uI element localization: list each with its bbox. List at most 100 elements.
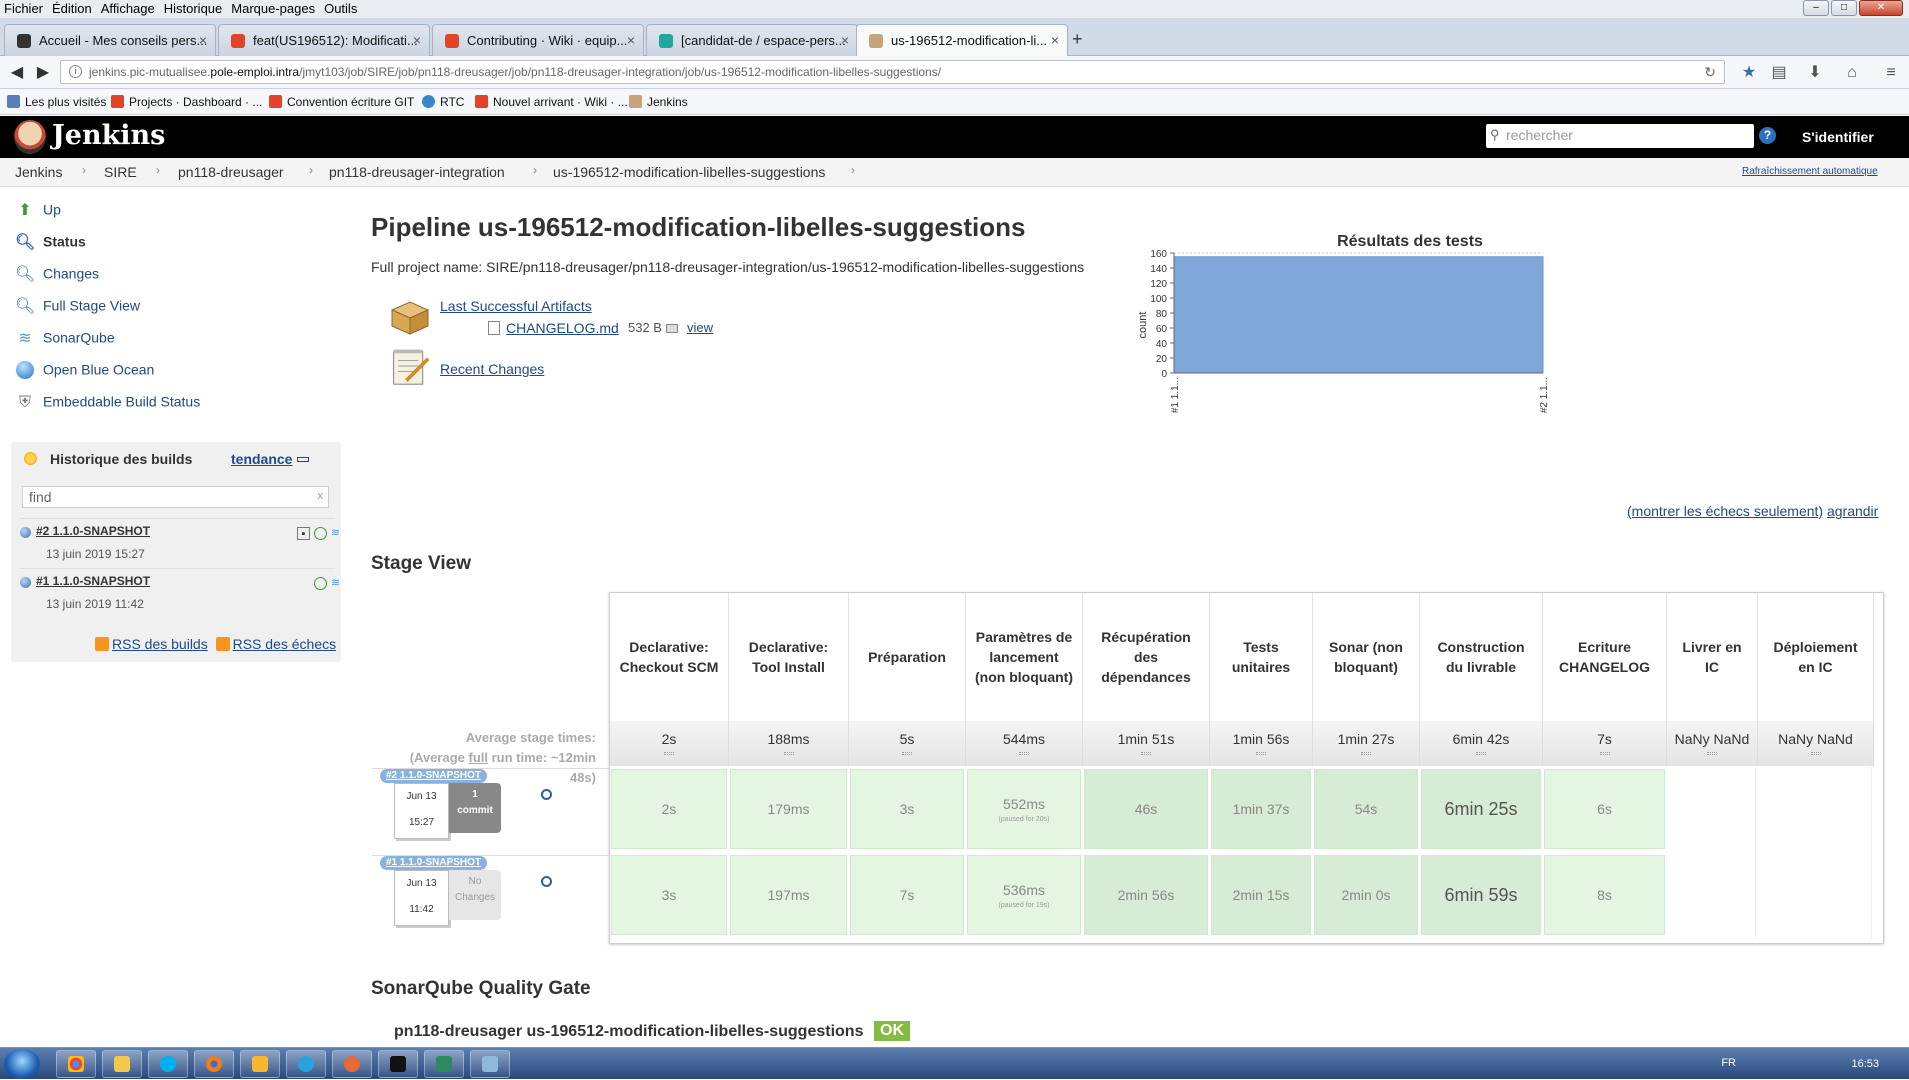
close-tab-icon[interactable]: × [627,32,635,48]
browser-tab-active[interactable]: us-196512-modification-li... × [856,24,1068,57]
task-status[interactable]: 🔍︎ Status [15,233,86,257]
stage-cell[interactable]: 2min 15s [1211,855,1311,935]
build-commits-badge[interactable]: 1 commit [449,783,501,833]
close-window-button[interactable]: ✕ [1859,0,1903,16]
last-successful-artifacts-link[interactable]: Last Successful Artifacts [440,298,592,314]
stage-cell[interactable]: 6s [1544,769,1665,849]
reload-icon[interactable]: ↻ [1704,64,1716,81]
menu-edition[interactable]: Édition [48,0,97,16]
jenkins-title[interactable]: Jenkins [52,120,165,151]
stage-cell[interactable]: 8s [1544,855,1665,935]
task-up[interactable]: ⬆ Up [15,201,61,225]
trend-link[interactable]: tendance [231,451,310,467]
chevron-right-icon[interactable]: › [156,163,160,177]
app-taskbar-icon[interactable] [470,1050,510,1078]
browser-tab[interactable]: Contributing · Wiki · equip... × [432,24,644,56]
outlook-taskbar-icon[interactable] [240,1050,280,1078]
home-icon[interactable]: ⌂ [1840,61,1864,85]
browser-tab[interactable]: Accueil - Mes conseils pers... × [4,24,216,56]
menu-marque-pages[interactable]: Marque-pages [227,0,320,16]
stage-cell[interactable]: 7s [850,855,964,935]
breadcrumb-pn118-dreusager[interactable]: pn118-dreusager [178,164,284,180]
stage-cell[interactable]: 6min 25s [1421,769,1541,849]
show-failures-only-link[interactable]: (montrer les échecs seulement) [1627,503,1823,519]
chevron-right-icon[interactable]: › [309,163,313,177]
stage-cell[interactable]: 179ms [730,769,847,849]
terminal-taskbar-icon[interactable] [424,1050,464,1078]
menu-fichier[interactable]: Fichier [0,0,48,16]
bookmark-item[interactable]: Projects · Dashboard · ... [111,95,262,109]
close-tab-icon[interactable]: × [199,32,207,48]
menu-outils[interactable]: Outils [320,0,362,16]
intellij-taskbar-icon[interactable] [378,1050,418,1078]
maximize-button[interactable]: □ [1831,0,1857,16]
clear-icon[interactable]: x [318,490,324,502]
stage-cell[interactable]: 2min 56s [1084,855,1208,935]
jenkins-logo-icon[interactable] [14,120,46,154]
input-icon[interactable] [314,527,327,540]
stage-cell[interactable]: 2s [611,769,727,849]
browser-tab[interactable]: feat(US196512): Modificati... × [218,24,430,56]
close-tab-icon[interactable]: × [1051,32,1059,48]
stage-cell[interactable]: 552ms (paused for 20s) [967,769,1081,849]
build-tag[interactable]: #1 1.1.0-SNAPSHOT [380,856,488,870]
fingerprint-icon[interactable] [665,324,678,333]
downloads-icon[interactable]: ⬇ [1803,61,1827,85]
bookmark-item[interactable]: Convention écriture GIT [269,95,414,109]
bookmark-star-icon[interactable]: ★ [1737,61,1761,85]
chrome-taskbar-icon[interactable] [56,1050,96,1078]
language-indicator[interactable]: FR [1721,1057,1736,1069]
rss-fails-link[interactable]: RSS des échecs [233,636,337,652]
forward-icon[interactable]: ▶ [32,62,54,84]
stage-cell[interactable]: 3s [611,855,727,935]
sonarqube-project-name[interactable]: pn118-dreusager us-196512-modification-l… [394,1023,863,1041]
chevron-right-icon[interactable]: › [82,163,86,177]
task-changes[interactable]: 🔍︎ Changes [15,265,99,289]
menu-historique[interactable]: Historique [160,0,228,16]
minimize-button[interactable]: – [1803,0,1829,16]
bookmark-item[interactable]: Nouvel arrivant · Wiki · ... [475,95,628,109]
url-bar[interactable]: i jenkins.pic-mutualisee.pole-emploi.int… [60,60,1725,84]
stage-cell[interactable]: 46s [1084,769,1208,849]
skype-taskbar-icon[interactable] [148,1050,188,1078]
menu-affichage[interactable]: Affichage [97,0,160,16]
breadcrumb-integration[interactable]: pn118-dreusager-integration [329,164,505,180]
sonarqube-icon[interactable]: ≋ [329,527,342,540]
breadcrumb-job[interactable]: us-196512-modification-libelles-suggesti… [553,164,825,180]
info-icon[interactable]: i [69,65,82,78]
explorer-taskbar-icon[interactable] [102,1050,142,1078]
close-tab-icon[interactable]: × [413,32,421,48]
recent-changes-link[interactable]: Recent Changes [440,361,544,377]
new-tab-icon[interactable]: + [1072,29,1083,50]
app-taskbar-icon[interactable] [286,1050,326,1078]
bookmarks-menu-icon[interactable]: ▤ [1767,61,1791,85]
app-taskbar-icon[interactable] [332,1050,372,1078]
build-link[interactable]: #1 1.1.0-SNAPSHOT [36,574,150,588]
task-embeddable-build-status[interactable]: ⛨ Embeddable Build Status [15,393,200,417]
task-full-stage-view[interactable]: 🔍︎ Full Stage View [15,297,140,321]
clock[interactable]: 16:53 [1851,1058,1879,1070]
chevron-right-icon[interactable]: › [851,163,855,177]
artifact-view-link[interactable]: view [687,320,713,335]
help-icon[interactable]: ? [1759,127,1776,144]
task-blue-ocean[interactable]: Open Blue Ocean [15,361,154,385]
stage-cell[interactable]: 197ms [730,855,847,935]
stage-cell[interactable]: 536ms (paused for 19s) [967,855,1081,935]
stage-cell[interactable]: 1min 37s [1211,769,1311,849]
hamburger-menu-icon[interactable]: ≡ [1879,61,1903,85]
build-tag[interactable]: #2 1.1.0-SNAPSHOT [380,769,488,783]
start-button[interactable] [4,1049,40,1079]
back-icon[interactable]: ◀ [6,62,28,84]
login-link[interactable]: S'identifier [1802,129,1874,145]
average-full-link[interactable]: full [469,750,489,765]
task-sonarqube[interactable]: ≋ SonarQube [15,329,114,353]
stage-cell[interactable]: 54s [1314,769,1418,849]
search-input[interactable]: ⚲ rechercher [1486,124,1754,148]
auto-refresh-link[interactable]: Rafraîchissement automatique [1742,166,1878,177]
enlarge-link[interactable]: agrandir [1827,503,1878,519]
browser-tab[interactable]: [candidat-de / espace-pers... × [646,24,858,56]
breadcrumb-jenkins[interactable]: Jenkins [15,164,62,180]
build-commits-badge[interactable]: No Changes [449,870,501,920]
stage-cell[interactable]: 6min 59s [1421,855,1541,935]
bookmark-item[interactable]: Les plus visités [7,95,106,109]
